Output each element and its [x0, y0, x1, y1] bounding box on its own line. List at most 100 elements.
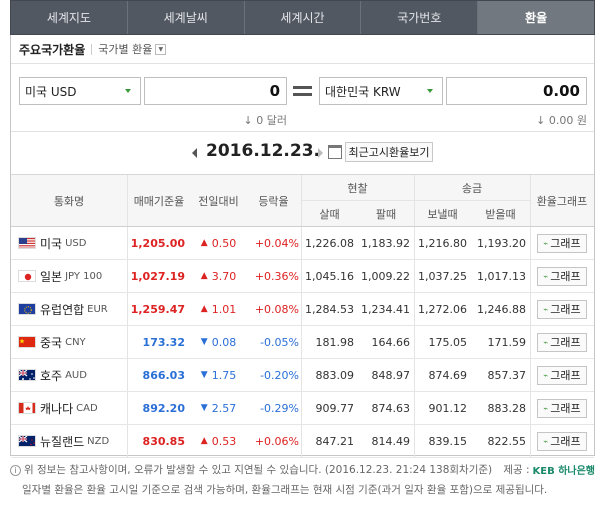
to-amount-input[interactable]: 0.00 [446, 77, 587, 105]
chart-icon: ⌁ [543, 370, 549, 380]
currency-cell: 캐나다 CAD [18, 392, 127, 424]
dropdown-arrow-icon [125, 89, 131, 93]
currency-code: JPY 100 [65, 270, 103, 282]
header-graph: 환율그래프 [536, 195, 588, 208]
currency-code: EUR [87, 303, 108, 315]
change-amount: 0.50 [211, 236, 237, 250]
cash-sell: 848.97 [371, 368, 411, 382]
currency-cell: 유럽연합 EUR [18, 293, 127, 325]
change-amount: 1.75 [211, 368, 237, 382]
date-row: 2016.12.23. 최근고시환율보기 [11, 131, 594, 175]
graph-cell: ⌁ 그래프 [530, 293, 594, 325]
change-value: ▲ 1.01 [191, 293, 246, 325]
base-rate: 866.03 [142, 368, 185, 382]
header-change: 전일대비 [198, 195, 239, 208]
graph-cell: ⌁ 그래프 [530, 260, 594, 292]
tab-world-map[interactable]: 세계지도 [11, 1, 128, 34]
remit-send: 901.12 [428, 401, 468, 415]
table-row: 미국 USD 1,205.00 ▲ 0.50 +0.04% 1,226.08 1,183.92… [11, 227, 594, 260]
ca-flag-icon [18, 402, 36, 414]
tab-exchange-rate[interactable]: 환율 [478, 1, 594, 34]
currency-name[interactable]: 유럽연합 [40, 301, 84, 318]
base-rate: 1,205.00 [130, 236, 185, 250]
header-remit-send: 보낼때 [427, 208, 458, 221]
header-rate-change: 등락율 [258, 195, 289, 208]
up-arrow-icon: ▲ [200, 304, 208, 314]
cash-buy: 847.21 [315, 434, 355, 448]
header-cash: 현찰 [347, 182, 368, 195]
remit-send: 839.15 [428, 434, 468, 448]
keb-hana-logo: KEB 하나은행 [532, 466, 595, 477]
graph-button[interactable]: ⌁ 그래프 [537, 332, 587, 352]
tab-world-weather[interactable]: 세계날씨 [128, 1, 245, 34]
table-row: 호주 AUD 866.03 ▼ 1.75 -0.20% 883.09 848.97 874.69… [11, 359, 594, 392]
rate-change: -0.05% [260, 335, 299, 349]
data-source: 제공 : KEB 하나은행 [503, 464, 595, 477]
rate-date: 2016.12.23. [206, 141, 321, 161]
currency-cell: 호주 AUD [18, 359, 127, 391]
remit-send: 874.69 [428, 368, 468, 382]
section-title: 주요국가환율 [19, 42, 86, 57]
to-currency-select[interactable]: 대한민국 KRW [319, 77, 443, 105]
change-amount: 3.70 [211, 269, 237, 283]
rate-change: +0.06% [254, 434, 299, 448]
table-row: 뉴질랜드 NZD 830.85 ▲ 0.53 +0.06% 847.21 814.49 839.… [11, 425, 594, 458]
cash-buy: 883.09 [315, 368, 355, 382]
remit-recv: 1,017.13 [477, 269, 526, 283]
currency-name[interactable]: 뉴질랜드 [40, 433, 84, 450]
top-tabs: 세계지도 세계날씨 세계시간 국가번호 환율 [10, 0, 595, 35]
country-rate-link[interactable]: 국가별 환율 [98, 41, 152, 57]
header-cash-sell: 팔때 [375, 208, 397, 221]
exchange-rate-table: 통화명 매매기준율 전일대비 등락율 현찰 살때 팔때 송금 보낼때 받을때 환… [11, 174, 594, 458]
currency-code: NZD [87, 435, 110, 447]
header-cash-buy: 살때 [319, 208, 340, 221]
tab-world-time[interactable]: 세계시간 [245, 1, 362, 34]
next-date-icon[interactable] [318, 148, 323, 158]
graph-button[interactable]: ⌁ 그래프 [537, 299, 587, 319]
header-base-rate: 매매기준율 [133, 195, 185, 208]
tab-country-code[interactable]: 국가번호 [361, 1, 479, 34]
remit-recv: 1,193.20 [477, 236, 526, 250]
currency-name[interactable]: 미국 [40, 235, 62, 252]
header-currency: 통화명 [53, 195, 85, 208]
table-row: 일본 JPY 100 1,027.19 ▲ 3.70 +0.36% 1,045.16 1,00… [11, 260, 594, 293]
from-currency-select[interactable]: 미국 USD [19, 77, 141, 105]
change-value: ▼ 2.57 [191, 392, 246, 424]
base-rate: 830.85 [142, 434, 185, 448]
currency-name[interactable]: 일본 [40, 268, 62, 285]
prev-date-icon[interactable] [192, 148, 197, 158]
cash-sell: 814.49 [371, 434, 411, 448]
graph-button[interactable]: ⌁ 그래프 [537, 365, 587, 385]
graph-button[interactable]: ⌁ 그래프 [537, 431, 587, 451]
graph-button[interactable]: ⌁ 그래프 [537, 266, 587, 286]
currency-name[interactable]: 중국 [40, 334, 62, 351]
sub-header: 주요국가환율 국가별 환율 ▼ [11, 35, 594, 64]
from-amount-input[interactable]: 0 [144, 77, 287, 105]
recent-rate-button[interactable]: 최근고시환율보기 [345, 142, 433, 162]
currency-code: CNY [65, 336, 86, 348]
graph-button[interactable]: ⌁ 그래프 [537, 398, 587, 418]
rate-change: -0.29% [260, 401, 299, 415]
cash-buy: 1,226.08 [305, 236, 354, 250]
chevron-down-icon[interactable]: ▼ [155, 43, 167, 55]
currency-name[interactable]: 캐나다 [40, 400, 73, 417]
info-icon: i [10, 465, 21, 476]
change-amount: 2.57 [211, 401, 237, 415]
cash-sell: 164.66 [371, 335, 411, 349]
cash-sell: 1,009.22 [361, 269, 410, 283]
header-remit-recv: 받을때 [485, 208, 516, 221]
remit-send: 1,272.06 [418, 302, 467, 316]
remit-recv: 822.55 [487, 434, 527, 448]
up-arrow-icon: ▲ [200, 238, 208, 248]
cash-sell: 1,234.41 [361, 302, 410, 316]
disclaimer: i위 정보는 참고사항이며, 오류가 발생할 수 있고 지연될 수 있습니다. … [10, 462, 492, 477]
chart-icon: ⌁ [543, 304, 549, 314]
currency-cell: 중국 CNY [18, 326, 127, 358]
graph-button[interactable]: ⌁ 그래프 [537, 233, 587, 253]
calendar-icon[interactable] [328, 145, 342, 159]
table-row: 캐나다 CAD 892.20 ▼ 2.57 -0.29% 909.77 874.63 901.1… [11, 392, 594, 425]
exchange-panel: 주요국가환율 국가별 환율 ▼ 미국 USD 0 대한민국 KRW 0.00 ↓… [10, 35, 595, 458]
change-value: ▼ 1.75 [191, 359, 246, 391]
currency-name[interactable]: 호주 [40, 367, 62, 384]
rate-change: +0.04% [254, 236, 299, 250]
